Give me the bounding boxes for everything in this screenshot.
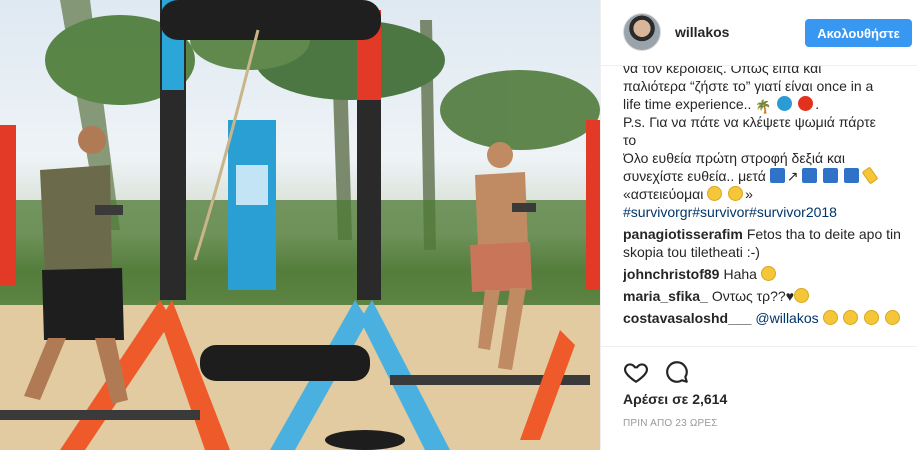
caption-line: συνεχίστε ευθεία.. μετά ↗ <box>623 166 913 185</box>
caption-line: P.s. Για να πάτε να κλέψετε ψωμιά πάρτε <box>623 114 876 130</box>
red-circle-emoji-icon <box>798 96 814 111</box>
palm-tree-emoji-icon: 🌴 <box>755 99 772 114</box>
speech-bubble-icon[interactable] <box>664 359 690 385</box>
comment-item: panagiotisserafim Fetos tha to deite apo … <box>623 225 913 261</box>
comment-item: maria_sfika_ Οντως τρ??♥ <box>623 287 913 305</box>
comment-username[interactable]: costavasaloshd___ <box>623 310 751 326</box>
scream-face-emoji-icon <box>794 288 810 303</box>
post-image[interactable] <box>0 0 600 450</box>
smile-emoji-icon <box>760 266 776 281</box>
comment-username[interactable]: maria_sfika_ <box>623 288 708 304</box>
comment-text: Οντως τρ?? <box>711 288 786 304</box>
tongue-face-emoji-icon <box>885 310 901 325</box>
comment-username[interactable]: panagiotisserafim <box>623 226 743 242</box>
comments-section: να τον κερδίσεις. Όπως είπα και παλιότερ… <box>623 66 913 346</box>
follow-button[interactable]: Ακολουθήστε <box>805 19 912 47</box>
shuffle-emoji-icon <box>844 168 860 183</box>
avatar[interactable] <box>623 13 661 51</box>
post-actions: Αρέσει σε 2,614 ΠΡΙΝ ΑΠΟ 23 ΩΡΕΣ <box>601 346 917 450</box>
comment-username[interactable]: johnchristof89 <box>623 266 719 282</box>
heart-outline-icon[interactable] <box>623 359 649 385</box>
post-caption: να τον κερδίσεις. Όπως είπα και παλιότερ… <box>623 66 913 221</box>
caption-line: «αστειεύομαι » <box>623 186 753 202</box>
tongue-face-emoji-icon <box>707 186 723 201</box>
comment-item: costavasaloshd___ @willakos <box>623 309 913 327</box>
hug-face-emoji-icon <box>843 310 859 325</box>
caption-text: «αστειεύομαι <box>623 186 704 202</box>
top-arrow-emoji-icon <box>769 168 785 183</box>
comment-item: johnchristof89 Haha <box>623 265 913 283</box>
blue-circle-emoji-icon <box>777 96 793 111</box>
hashtags-link[interactable]: #survivorgr#survivor#survivor2018 <box>623 203 913 221</box>
back-arrow-emoji-icon <box>802 168 818 183</box>
username-link[interactable]: willakos <box>675 24 729 40</box>
caption-line: life time experience.. 🌴 . <box>623 96 820 114</box>
baguette-emoji-icon <box>861 166 879 185</box>
post-header: willakos Ακολουθήστε <box>601 0 917 66</box>
return-arrow-emoji-icon <box>823 168 839 183</box>
tongue-face-emoji-icon <box>864 310 880 325</box>
caption-text: life time experience.. <box>623 96 752 112</box>
mention-link[interactable]: @willakos <box>755 310 818 326</box>
caption-text: συνεχίστε ευθεία.. μετά <box>623 168 766 184</box>
black-heart-icon: ♥ <box>785 288 795 304</box>
red-flag-right <box>586 120 600 290</box>
post-timestamp[interactable]: ΠΡΙΝ ΑΠΟ 23 ΩΡΕΣ <box>623 418 718 429</box>
post-sidebar: willakos Ακολουθήστε να τον κερδίσεις. Ό… <box>600 0 917 450</box>
red-flag-left <box>0 125 16 285</box>
comment-text: Haha <box>723 266 757 282</box>
caption-line: παλιότερα “ζήστε το” γιατί είναι once in… <box>623 78 874 94</box>
post-photo-illustration <box>0 0 600 450</box>
caption-line: Όλο ευθεία πρώτη στροφή δεξιά και <box>623 150 845 166</box>
hug-face-emoji-icon <box>822 310 838 325</box>
caption-line: το <box>623 132 637 148</box>
grimace-face-emoji-icon <box>728 186 744 201</box>
like-count[interactable]: Αρέσει σε 2,614 <box>623 391 727 407</box>
caption-line: να τον κερδίσεις. Όπως είπα και <box>623 66 822 76</box>
arrow-up-right-icon: ↗ <box>786 168 799 184</box>
